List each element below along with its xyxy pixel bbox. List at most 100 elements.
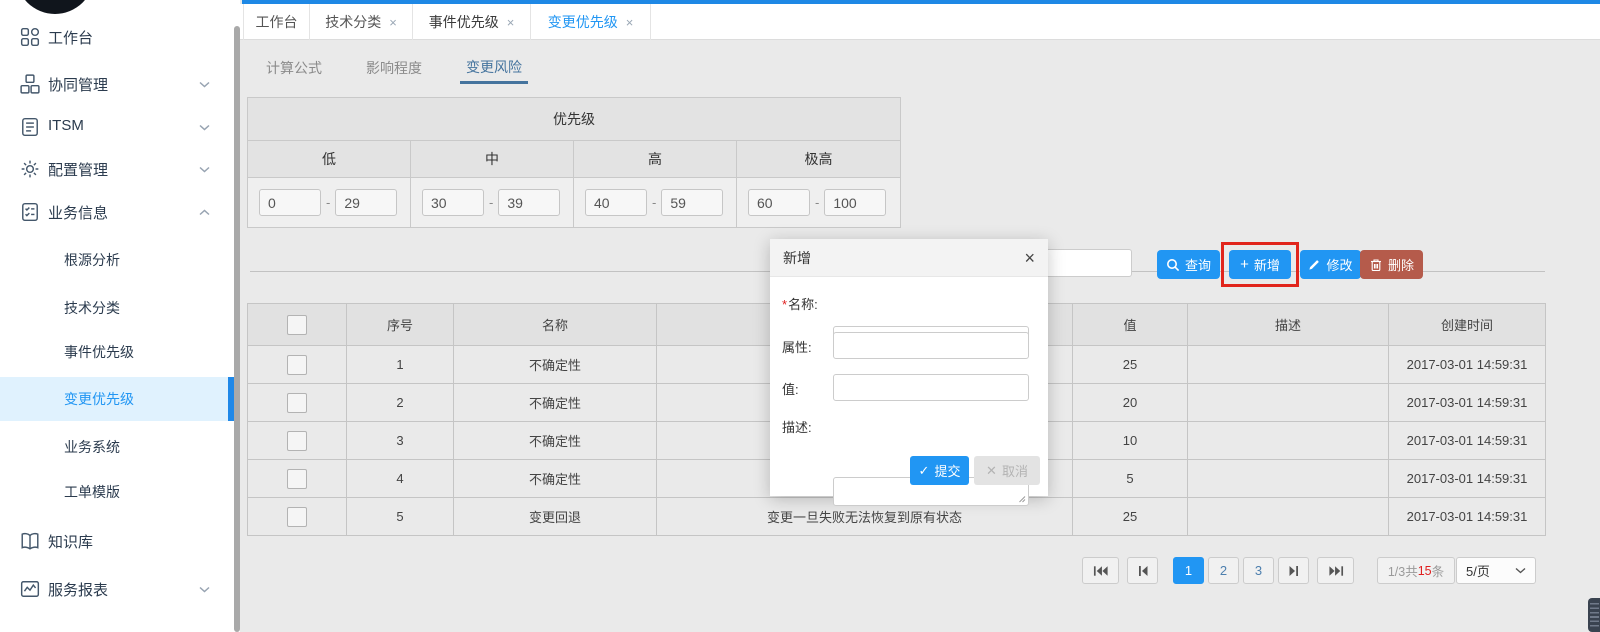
cell-desc (1188, 498, 1389, 536)
document-icon (20, 117, 40, 137)
edit-button[interactable]: 修改 (1300, 250, 1361, 279)
row-checkbox[interactable] (287, 469, 307, 489)
range-low-max-input[interactable] (335, 189, 397, 216)
row-checkbox[interactable] (287, 431, 307, 451)
active-item-indicator (228, 377, 234, 421)
sidebar-item-label: 知识库 (48, 531, 93, 552)
col-header-desc: 描述 (1188, 304, 1389, 346)
first-page-icon (1093, 565, 1109, 577)
subtab-impact-degree[interactable]: 影响程度 (360, 52, 428, 84)
sidebar-item-business-system[interactable]: 业务系统 (0, 425, 240, 469)
chevron-down-icon (1515, 567, 1526, 574)
cell-value: 10 (1073, 422, 1188, 460)
submit-button[interactable]: ✓ 提交 (910, 456, 969, 485)
page-size-value: 5/页 (1466, 561, 1490, 580)
dialog-header: 新增 × (770, 239, 1048, 277)
page-button-2[interactable]: 2 (1208, 557, 1239, 584)
tab-label: 事件优先级 (429, 12, 499, 32)
submit-button-label: 提交 (934, 461, 960, 480)
logo-avatar[interactable] (16, 0, 94, 14)
sidebar-item-service-report[interactable]: 服务报表 (0, 567, 240, 611)
sidebar-item-tech-category[interactable]: 技术分类 (0, 286, 240, 330)
priority-matrix-title: 优先级 (248, 98, 900, 141)
sidebar-item-configuration[interactable]: 配置管理 (0, 147, 240, 191)
cell-value: 5 (1073, 460, 1188, 498)
attr-field-label: 属性: (782, 337, 812, 356)
resize-handle-icon[interactable] (1018, 495, 1026, 503)
delete-button[interactable]: 删除 (1360, 250, 1423, 279)
last-page-button[interactable] (1317, 557, 1354, 584)
row-checkbox[interactable] (287, 355, 307, 375)
chevron-down-icon (199, 81, 210, 88)
subtab-bar: 计算公式 影响程度 变更风险 (260, 52, 528, 84)
select-all-checkbox[interactable] (287, 315, 307, 335)
sidebar-item-label: 业务系统 (64, 437, 120, 457)
tab-tech-category[interactable]: 技术分类 × (310, 4, 413, 40)
close-icon[interactable]: × (389, 15, 397, 30)
first-page-button[interactable] (1082, 557, 1119, 584)
sidebar: 工作台 协同管理 ITSM 配置管理 业务信息 根源分析 技术分类 (0, 0, 240, 632)
pagination-info-suffix: 条 (1432, 561, 1445, 580)
tab-incident-priority[interactable]: 事件优先级 × (413, 4, 531, 40)
pagination-total-count: 15 (1418, 564, 1432, 578)
sidebar-item-incident-priority[interactable]: 事件优先级 (0, 330, 240, 374)
row-checkbox[interactable] (287, 507, 307, 527)
tab-workbench[interactable]: 工作台 (243, 4, 310, 40)
required-star: * (782, 297, 787, 312)
query-button[interactable]: 查询 (1157, 250, 1220, 279)
page-size-select[interactable]: 5/页 (1456, 557, 1536, 584)
col-header-name: 名称 (454, 304, 657, 346)
sidebar-item-itsm[interactable]: ITSM (0, 105, 240, 149)
sidebar-item-ticket-template[interactable]: 工单模版 (0, 470, 240, 514)
chevron-down-icon (199, 124, 210, 131)
cell-desc (1188, 460, 1389, 498)
cell-seq: 3 (347, 422, 454, 460)
sidebar-scrollbar[interactable] (234, 26, 240, 632)
value-input[interactable] (833, 374, 1029, 401)
prev-page-button[interactable] (1127, 557, 1158, 584)
tab-change-priority[interactable]: 变更优先级 × (531, 4, 651, 40)
close-icon[interactable]: × (1024, 249, 1035, 267)
subtab-change-risk[interactable]: 变更风险 (460, 52, 528, 84)
page-button-1[interactable]: 1 (1173, 557, 1204, 584)
row-checkbox[interactable] (287, 393, 307, 413)
add-button[interactable]: + 新增 (1229, 250, 1291, 279)
range-critical-max-input[interactable] (824, 189, 886, 216)
priority-matrix: 优先级 低 中 高 极高 - - (247, 97, 901, 228)
attr-input[interactable] (833, 332, 1029, 359)
sidebar-item-workbench[interactable]: 工作台 (0, 15, 240, 59)
subtab-calc-formula[interactable]: 计算公式 (260, 52, 328, 84)
form-icon (20, 202, 40, 222)
cell-value: 20 (1073, 384, 1188, 422)
col-header-seq: 序号 (347, 304, 454, 346)
sidebar-item-knowledge-base[interactable]: 知识库 (0, 519, 240, 563)
subtab-label: 影响程度 (366, 58, 422, 78)
cancel-button[interactable]: ✕ 取消 (974, 456, 1040, 485)
range-critical-min-input[interactable] (748, 189, 810, 216)
range-low-min-input[interactable] (259, 189, 321, 216)
range-high-min-input[interactable] (585, 189, 647, 216)
screen: 工作台 协同管理 ITSM 配置管理 业务信息 根源分析 技术分类 (0, 0, 1600, 632)
range-medium-max-input[interactable] (498, 189, 560, 216)
page-button-3[interactable]: 3 (1243, 557, 1274, 584)
range-medium: - (411, 178, 574, 227)
range-medium-min-input[interactable] (422, 189, 484, 216)
close-icon[interactable]: × (507, 15, 515, 30)
sidebar-item-business-info[interactable]: 业务信息 (0, 190, 240, 234)
sidebar-item-change-priority[interactable]: 变更优先级 (0, 377, 240, 421)
last-page-icon (1328, 565, 1344, 577)
next-page-button[interactable] (1278, 557, 1309, 584)
dialog-title: 新增 (783, 248, 811, 268)
name-field-label: *名称: (782, 294, 818, 313)
cell-created: 2017-03-01 14:59:31 (1389, 460, 1546, 498)
range-high-max-input[interactable] (661, 189, 723, 216)
value-field-label: 值: (782, 379, 799, 398)
level-high-header: 高 (574, 141, 737, 177)
sidebar-item-root-analysis[interactable]: 根源分析 (0, 238, 240, 282)
sidebar-item-label: 工作台 (48, 27, 93, 48)
tab-bar: 工作台 技术分类 × 事件优先级 × 变更优先级 × (240, 4, 1600, 40)
close-icon[interactable]: × (626, 15, 634, 30)
floating-drag-widget[interactable] (1588, 598, 1600, 632)
sidebar-item-collaboration[interactable]: 协同管理 (0, 62, 240, 106)
sidebar-item-label: 事件优先级 (64, 342, 134, 362)
